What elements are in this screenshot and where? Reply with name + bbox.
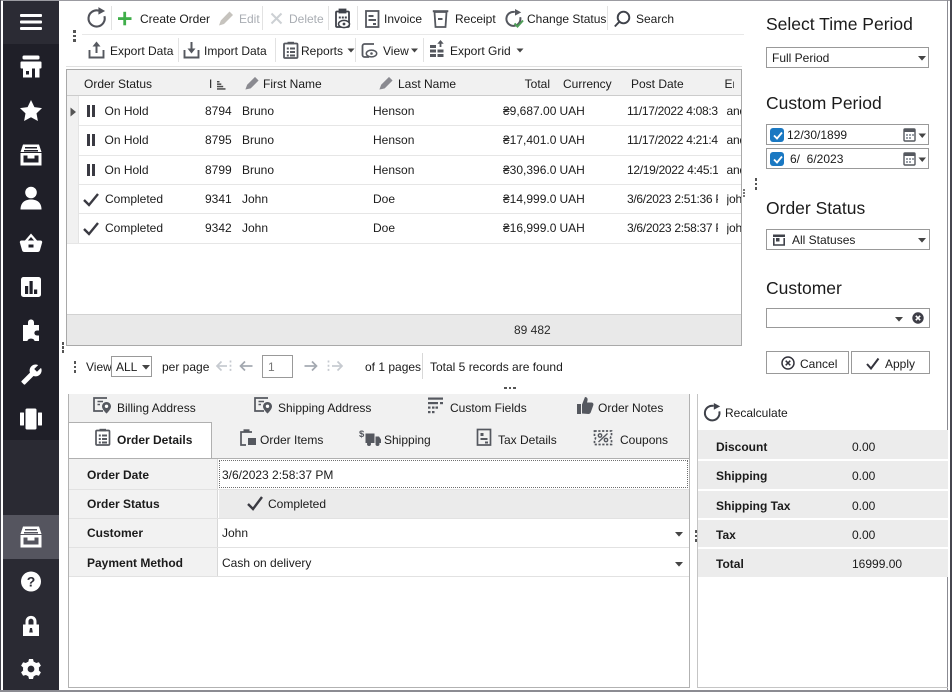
svg-text:?: ? [27, 574, 36, 590]
svg-text:$: $ [359, 429, 365, 440]
